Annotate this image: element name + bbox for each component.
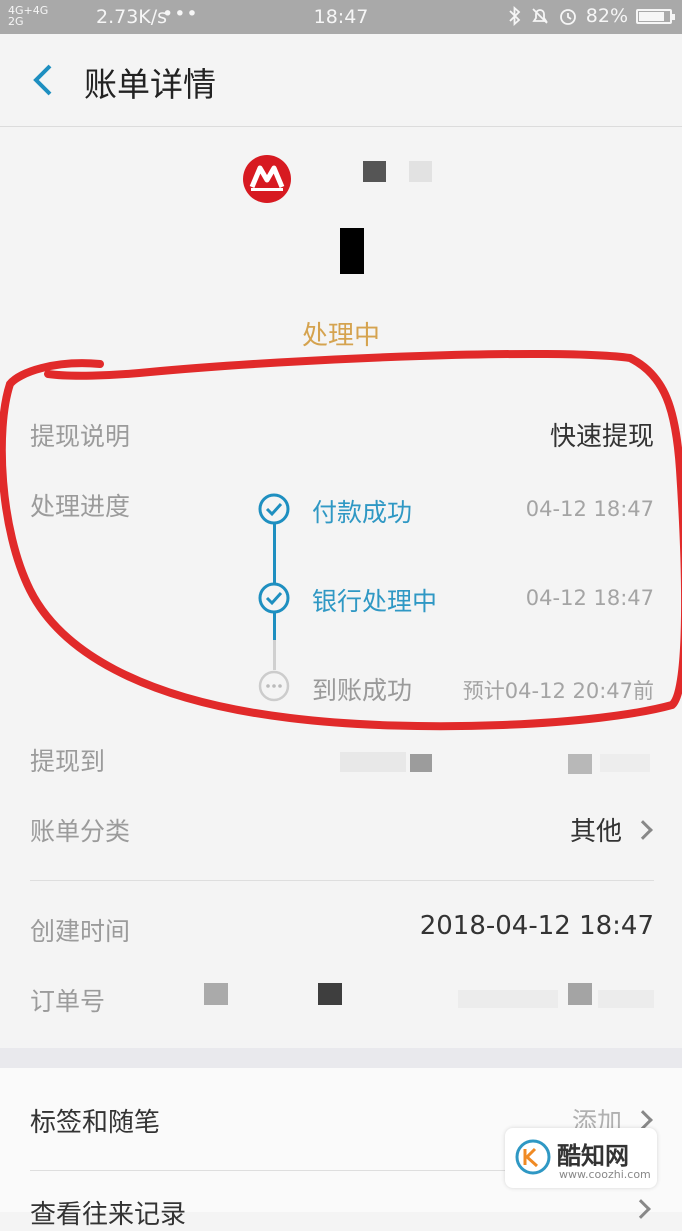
chevron-right-icon	[633, 1110, 653, 1130]
site-watermark: 酷知网 www.coozhi.com	[505, 1128, 657, 1188]
redacted-order-block	[568, 983, 592, 1005]
check-circle-icon	[258, 582, 290, 614]
nav-bar: 账单详情	[0, 34, 682, 127]
redacted-account-block	[600, 754, 650, 772]
battery-icon	[636, 8, 675, 24]
china-merchants-bank-logo	[243, 155, 291, 203]
withdraw-desc-value: 快速提现	[549, 422, 654, 452]
coozhi-logo-icon	[515, 1139, 551, 1175]
alarm-icon	[559, 9, 576, 25]
step-time: 04-12 18:47	[525, 497, 654, 521]
withdraw-desc-label: 提现说明	[30, 422, 131, 451]
step-name: 银行处理中	[312, 587, 438, 616]
redacted-order-block	[204, 983, 228, 1005]
battery-percent: 82%	[585, 5, 628, 27]
step-time: 04-12 18:47	[525, 586, 654, 610]
watermark-name: 酷知网	[557, 1142, 629, 1170]
status-bar: 4G+4G 2G 2.73K/s ••• 18:47 82%	[0, 0, 682, 34]
chevron-left-icon[interactable]	[28, 62, 58, 98]
redacted-account-block	[410, 754, 432, 772]
redacted-name-block	[409, 161, 432, 182]
created-time-value: 2018-04-12 18:47	[419, 911, 654, 941]
redacted-account-block	[568, 754, 592, 774]
timeline-line-pending	[273, 640, 276, 670]
category-selector[interactable]: 其他	[569, 811, 653, 848]
tags-notes-label: 标签和随笔	[30, 1108, 161, 1138]
category-value: 其他	[569, 817, 622, 847]
mute-bell-icon	[532, 8, 548, 24]
bill-status: 处理中	[301, 321, 380, 351]
section-gap	[0, 1048, 682, 1068]
redacted-order-block	[598, 990, 654, 1008]
redacted-amount-block	[340, 228, 364, 274]
category-label: 账单分类	[30, 817, 131, 846]
divider	[30, 880, 654, 881]
chevron-right-icon	[631, 1199, 651, 1219]
step-name: 付款成功	[312, 498, 413, 527]
step-time: 预计04-12 20:47前	[462, 679, 654, 703]
timeline-line-done	[273, 613, 276, 640]
withdraw-to-label: 提现到	[30, 747, 106, 776]
redacted-order-block	[458, 990, 558, 1008]
step-name: 到账成功	[312, 676, 413, 705]
progress-label: 处理进度	[30, 492, 131, 521]
chevron-right-icon	[633, 820, 653, 840]
redacted-order-block	[318, 983, 342, 1005]
page-title: 账单详情	[84, 65, 216, 104]
timeline-line-done	[273, 524, 276, 584]
order-number-label: 订单号	[30, 987, 106, 1016]
view-records-label[interactable]: 查看往来记录	[30, 1194, 186, 1231]
check-circle-icon	[258, 493, 290, 525]
watermark-url: www.coozhi.com	[559, 1168, 651, 1181]
battery-fill	[639, 11, 664, 21]
redacted-name-block	[363, 161, 386, 182]
pending-circle-icon	[258, 670, 290, 702]
status-icons: 82%	[508, 5, 675, 27]
created-time-label: 创建时间	[30, 917, 131, 946]
redacted-account-block	[340, 752, 406, 772]
bluetooth-icon	[509, 6, 521, 26]
